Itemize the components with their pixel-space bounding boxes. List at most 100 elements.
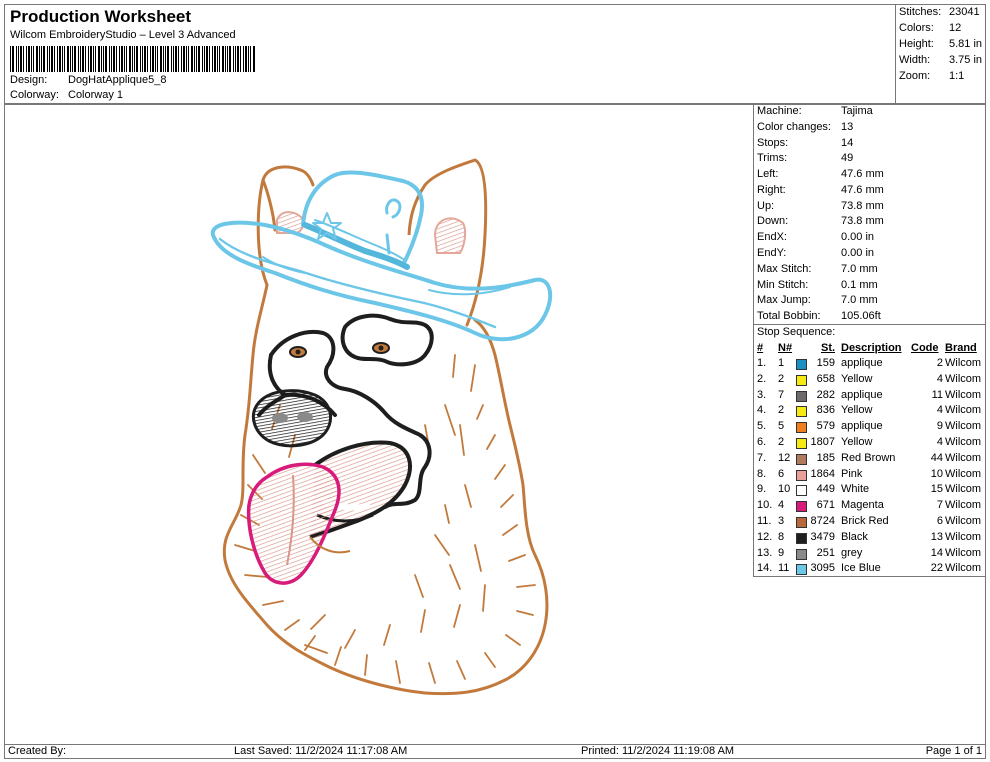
cell-st: 251 bbox=[816, 546, 835, 559]
cell-st: 836 bbox=[816, 404, 835, 417]
panel-divider bbox=[754, 324, 986, 325]
cell-n: 11 bbox=[778, 562, 790, 575]
cell-num: 5. bbox=[757, 420, 767, 433]
cell-st: 282 bbox=[816, 388, 835, 401]
cell-num: 4. bbox=[757, 404, 767, 417]
info-endx: EndX: 0.00 in bbox=[757, 231, 875, 243]
cell-n: 10 bbox=[778, 483, 791, 496]
cell-code: 7 bbox=[936, 499, 943, 512]
info-color-changes: Color changes: 13 bbox=[757, 121, 854, 133]
cell-desc: Red Brown bbox=[841, 451, 896, 464]
cell-st: 159 bbox=[816, 357, 835, 369]
color-swatch bbox=[796, 469, 807, 481]
info-max-jump: Max Jump: 7.0 mm bbox=[757, 294, 878, 306]
cell-num: 11. bbox=[757, 515, 772, 527]
cell-brand: Wilcom bbox=[945, 530, 982, 543]
table-row: 8. 6 1864 Pink 10 Wilcom bbox=[754, 468, 986, 484]
cell-n: 4 bbox=[778, 499, 785, 512]
cell-brand: Wilcom bbox=[945, 420, 982, 433]
col-header-brand: Brand bbox=[945, 342, 977, 354]
cell-brand: Wilcom bbox=[945, 499, 982, 512]
cell-n: 3 bbox=[778, 515, 785, 527]
cell-brand: Wilcom bbox=[945, 483, 982, 496]
cell-num: 9. bbox=[757, 483, 767, 496]
info-endy: EndY: 0.00 in bbox=[757, 247, 875, 259]
info-right: Right: 47.6 mm bbox=[757, 184, 884, 196]
cell-num: 7. bbox=[757, 451, 767, 464]
software-subtitle: Wilcom EmbroideryStudio – Level 3 Advanc… bbox=[10, 29, 236, 41]
color-swatch bbox=[796, 422, 807, 434]
info-max-stitch: Max Stitch: 7.0 mm bbox=[757, 263, 878, 275]
table-row: 12. 8 3479 Black 13 Wilcom bbox=[754, 531, 986, 547]
color-swatch bbox=[796, 390, 807, 402]
color-swatch bbox=[796, 532, 807, 544]
cell-st: 658 bbox=[816, 372, 835, 385]
design-row: Design: DogHatApplique5_8 bbox=[10, 74, 166, 86]
cell-brand: Wilcom bbox=[945, 372, 982, 385]
right-ear-inner bbox=[433, 217, 467, 254]
cell-st: 1807 bbox=[810, 436, 835, 448]
color-swatch bbox=[796, 438, 807, 449]
cell-st: 3095 bbox=[810, 562, 835, 575]
col-header-description: Description bbox=[841, 342, 902, 354]
cell-brand: Wilcom bbox=[945, 451, 982, 464]
cell-desc: applique bbox=[841, 388, 883, 401]
table-row: 6. 2 1807 Yellow 4 Wilcom bbox=[754, 436, 986, 452]
cell-n: 2 bbox=[778, 436, 785, 448]
cell-desc: Ice Blue bbox=[841, 562, 881, 575]
stat-width: Width: 3.75 in bbox=[899, 54, 983, 66]
cell-desc: grey bbox=[841, 546, 863, 559]
cell-desc: applique bbox=[841, 420, 883, 433]
cell-n: 7 bbox=[778, 388, 785, 401]
cell-brand: Wilcom bbox=[945, 404, 982, 417]
cell-st: 671 bbox=[816, 499, 835, 512]
cell-num: 1. bbox=[757, 357, 767, 369]
info-left: Left: 47.6 mm bbox=[757, 168, 884, 180]
info-total-bobbin: Total Bobbin: 105.06ft bbox=[757, 310, 881, 322]
cell-num: 12. bbox=[757, 530, 773, 543]
worksheet-header: Production Worksheet Wilcom EmbroiderySt… bbox=[4, 4, 896, 104]
design-stats: Stitches: 23041 Colors: 12 Height: 5.81 in … bbox=[895, 4, 986, 104]
colorway-label: Colorway: bbox=[10, 89, 59, 101]
dog-hat-design bbox=[210, 158, 553, 696]
stat-height: Height: 5.81 in bbox=[899, 38, 983, 50]
cell-brand: Wilcom bbox=[945, 388, 982, 401]
cell-st: 3479 bbox=[810, 530, 835, 543]
table-row: 4. 2 836 Yellow 4 Wilcom bbox=[754, 404, 986, 420]
cell-desc: Black bbox=[841, 530, 868, 543]
color-swatch bbox=[796, 359, 807, 370]
col-header-num: # bbox=[757, 342, 764, 354]
page-number: Page 1 of 1 bbox=[925, 745, 982, 757]
info-machine: Machine: Tajima bbox=[757, 105, 873, 117]
cell-desc: Yellow bbox=[841, 372, 873, 385]
cell-code: 11 bbox=[931, 388, 943, 401]
barcode bbox=[10, 46, 255, 72]
cell-st: 8724 bbox=[810, 515, 835, 527]
table-row: 10. 4 671 Magenta 7 Wilcom bbox=[754, 499, 986, 515]
table-row: 13. 9 251 grey 14 Wilcom bbox=[754, 547, 986, 563]
cell-num: 3. bbox=[757, 388, 767, 401]
color-swatch bbox=[796, 548, 807, 560]
cell-desc: applique bbox=[841, 357, 883, 369]
cell-brand: Wilcom bbox=[945, 436, 982, 448]
stat-zoom: Zoom: 1:1 bbox=[899, 70, 965, 82]
cell-num: 2. bbox=[757, 372, 767, 385]
color-swatch bbox=[796, 501, 807, 513]
printed-date: Printed: 11/2/2024 11:19:08 AM bbox=[581, 745, 735, 757]
cell-num: 14. bbox=[757, 562, 773, 575]
color-swatch bbox=[796, 406, 807, 418]
info-stops: Stops: 14 bbox=[757, 137, 854, 149]
cell-brand: Wilcom bbox=[945, 546, 982, 559]
cell-n: 2 bbox=[778, 404, 785, 417]
cell-n: 1 bbox=[778, 357, 785, 369]
cell-code: 4 bbox=[936, 436, 943, 448]
cell-desc: Brick Red bbox=[841, 515, 889, 527]
info-up: Up: 73.8 mm bbox=[757, 200, 884, 212]
cowboy-hat bbox=[210, 170, 553, 342]
cell-desc: Pink bbox=[841, 467, 863, 480]
info-trims: Trims: 49 bbox=[757, 152, 854, 164]
created-by: Created By: bbox=[8, 745, 67, 757]
cell-n: 2 bbox=[778, 372, 785, 385]
cell-n: 5 bbox=[778, 420, 785, 433]
cell-n: 6 bbox=[778, 467, 785, 480]
